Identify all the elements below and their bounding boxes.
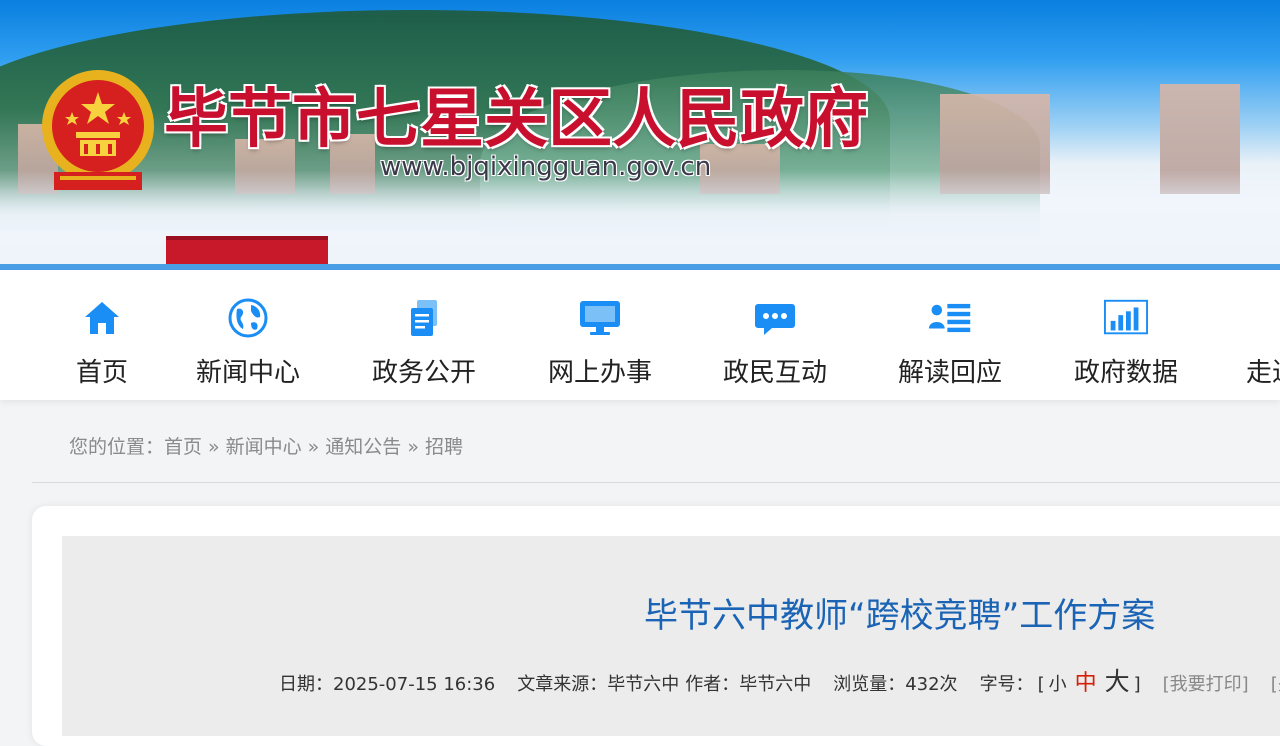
nav-label: 政府数据 — [1074, 358, 1179, 388]
main-nav: 首页 新闻中心 政务公开 网上办事 政民互动 解读回应 政府数据 走 — [0, 270, 1280, 400]
close-window-button[interactable]: [关 — [1271, 670, 1280, 696]
bar-chart-icon — [1104, 296, 1148, 340]
nav-label: 走进 — [1246, 358, 1280, 388]
nav-item-explore[interactable]: 走进 — [1246, 296, 1280, 389]
breadcrumb-separator: » — [208, 436, 220, 458]
nav-item-interaction[interactable]: 政民互动 — [723, 296, 827, 389]
font-size-label: 字号： — [979, 674, 1034, 695]
site-url: www.bjqixingguan.gov.cn — [380, 152, 712, 182]
print-button[interactable]: [我要打印] — [1163, 670, 1249, 696]
national-emblem-icon — [42, 70, 154, 190]
nav-item-home[interactable]: 首页 — [76, 296, 128, 389]
views-label: 浏览量： — [833, 674, 906, 695]
bracket-close: ] — [1133, 674, 1141, 695]
breadcrumb-separator: » — [407, 436, 419, 458]
article-source: 毕节六中 — [607, 674, 680, 695]
breadcrumb: 您的位置：首页» 新闻中心» 通知公告» 招聘 — [69, 432, 463, 459]
nav-label: 政民互动 — [723, 358, 828, 388]
nav-item-gov-data[interactable]: 政府数据 — [1074, 296, 1178, 389]
font-size-large-button[interactable]: 大 — [1105, 662, 1130, 698]
nav-item-gov-affairs[interactable]: 政务公开 — [372, 296, 476, 389]
breadcrumb-divider — [32, 482, 1280, 483]
breadcrumb-prefix: 您的位置： — [69, 436, 165, 458]
globe-icon — [226, 296, 270, 340]
source-label: 文章来源： — [517, 674, 608, 695]
nav-item-online-services[interactable]: 网上办事 — [548, 296, 652, 389]
site-title: 毕节市七星关区人民政府 — [164, 82, 868, 157]
breadcrumb-home[interactable]: 首页 — [164, 436, 202, 458]
font-size-medium-button[interactable]: 中 — [1075, 665, 1097, 697]
publish-date: 2025-07-15 16:36 — [333, 674, 496, 695]
view-count: 432次 — [905, 674, 958, 695]
nav-label: 网上办事 — [548, 358, 653, 388]
breadcrumb-notices[interactable]: 通知公告 — [325, 436, 401, 458]
nav-item-interpretation[interactable]: 解读回应 — [898, 296, 1002, 389]
banner-red-roof — [166, 236, 328, 264]
nav-label: 新闻中心 — [196, 358, 301, 388]
font-size-small-button[interactable]: 小 — [1049, 670, 1067, 696]
nav-label: 解读回应 — [898, 358, 1003, 388]
breadcrumb-news-center[interactable]: 新闻中心 — [226, 436, 302, 458]
bracket-open: [ — [1037, 674, 1045, 695]
chat-bubble-icon — [753, 296, 797, 340]
site-banner: 毕节市七星关区人民政府 www.bjqixingguan.gov.cn — [0, 0, 1280, 264]
user-list-icon — [928, 296, 972, 340]
date-label: 日期： — [279, 674, 333, 695]
monitor-icon — [578, 296, 622, 340]
article-meta: 日期： 2025-07-15 16:36 文章来源： 毕节六中 作者： 毕节六中… — [279, 662, 1280, 698]
home-icon — [80, 296, 124, 340]
breadcrumb-separator: » — [307, 436, 320, 458]
nav-label: 首页 — [76, 358, 129, 388]
document-icon — [402, 296, 446, 340]
author-label: 作者： — [685, 674, 740, 695]
article-author: 毕节六中 — [739, 674, 812, 695]
article-title: 毕节六中教师“跨校竞聘”工作方案 — [644, 596, 1156, 636]
breadcrumb-recruitment[interactable]: 招聘 — [425, 436, 463, 458]
nav-item-news[interactable]: 新闻中心 — [196, 296, 300, 389]
nav-label: 政务公开 — [372, 358, 477, 388]
